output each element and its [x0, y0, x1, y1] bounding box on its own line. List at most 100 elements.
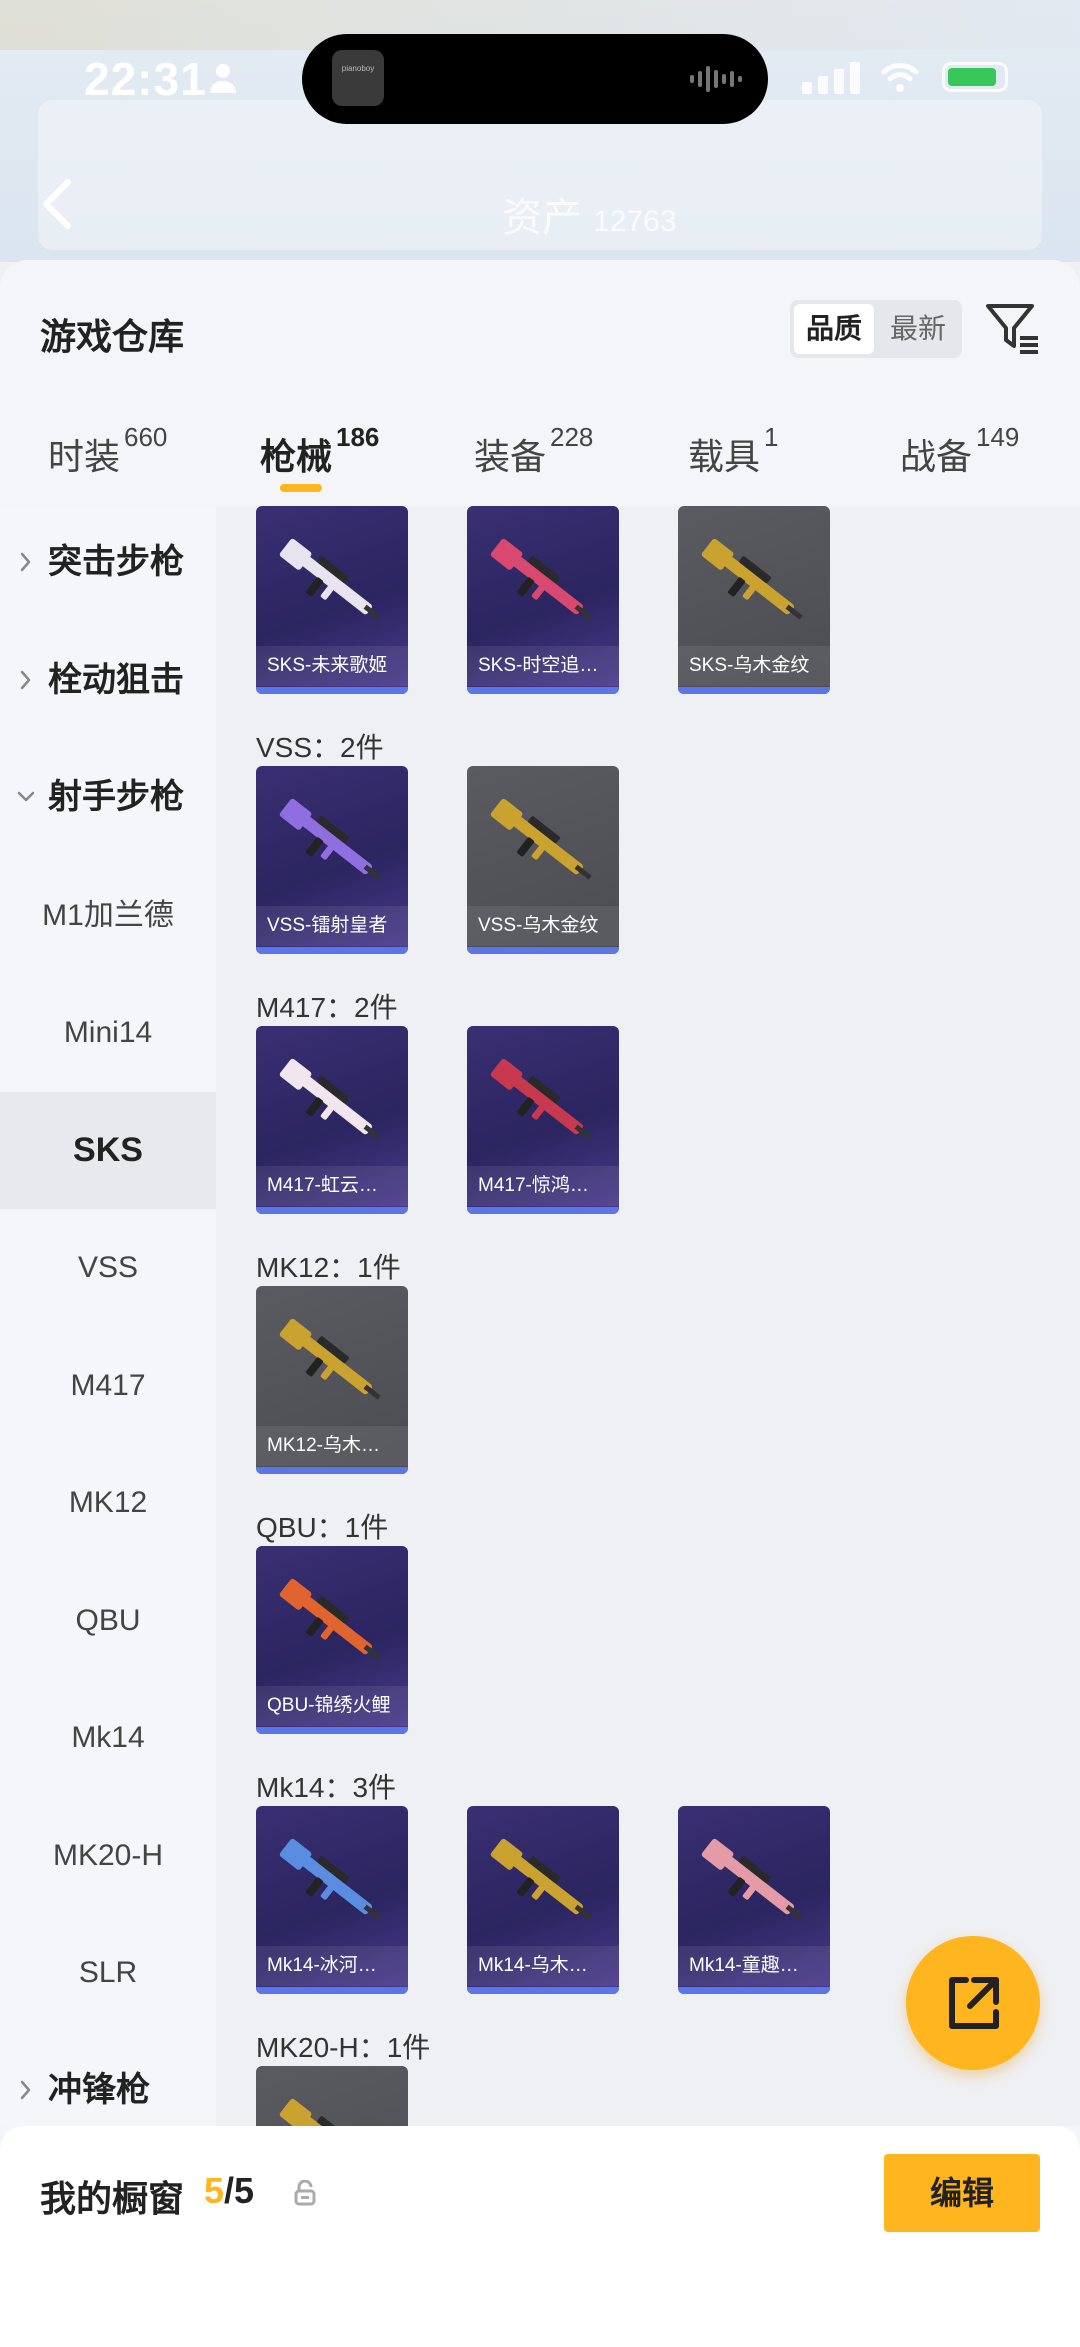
chevron-right-icon [20, 2080, 31, 2099]
rifle-icon [279, 1058, 381, 1140]
rifle-icon [279, 1578, 381, 1660]
sidebar-item-4[interactable]: Mini14 [0, 974, 216, 1091]
tab-count: 1 [764, 422, 779, 452]
lock-icon [294, 2180, 316, 2206]
filter-icon[interactable] [984, 302, 1040, 356]
tab-4[interactable]: 战备 149 [900, 422, 1019, 480]
weapon-name: VSS-乌木金纹 [467, 906, 619, 946]
sidebar-item-5[interactable]: SKS [0, 1091, 216, 1209]
weapon-name: Mk14-冰河… [256, 1946, 408, 1986]
status-time: 22:31 [84, 53, 207, 105]
sidebar-item-label: SKS [73, 1130, 143, 1169]
tab-label: 载具 [688, 436, 761, 477]
sidebar-item-label: Mk14 [71, 1721, 145, 1754]
sidebar-item-10[interactable]: Mk14 [0, 1679, 216, 1796]
rarity-bar [678, 1987, 830, 1994]
rifle-icon [279, 798, 381, 880]
weapon-type-sidebar: 突击步枪栓动狙击射手步枪 M1加兰德 Mini14 SKS VSS M417 MK12 QBU… [0, 506, 216, 2126]
weapon-grid: SKS-未来歌姬 SKS-时空追… SKS-乌木金纹 VSS：2件 VSS-镭射皇者 VS… [216, 506, 1080, 2126]
tab-1[interactable]: 枪械 186 [260, 422, 379, 480]
weapon-card[interactable]: Mk14-童趣… [678, 1806, 830, 1994]
sort-quality-button[interactable]: 品质 [794, 304, 874, 354]
rifle-icon [701, 538, 803, 620]
tab-label: 战备 [900, 436, 973, 477]
chevron-right-icon [20, 552, 31, 572]
sidebar-item-label: MK12 [68, 1486, 148, 1519]
rarity-bar [678, 687, 830, 694]
sidebar-item-label: SLR [78, 1956, 138, 1989]
sidebar-item-9[interactable]: QBU [0, 1562, 216, 1679]
sidebar-item-7[interactable]: M417 [0, 1327, 216, 1444]
sort-newest-button[interactable]: 最新 [878, 304, 958, 354]
weapon-card[interactable]: Mk14-冰河… [256, 1806, 408, 1994]
tab-count: 186 [336, 422, 380, 452]
tab-count: 228 [550, 422, 594, 452]
weapon-card[interactable]: SKS-时空追… [467, 506, 619, 694]
weapon-card[interactable]: SKS-乌木金纹 [678, 506, 830, 694]
sidebar-item-3[interactable]: M1加兰德 [0, 857, 216, 974]
group-label: MK12：1件 [256, 1252, 401, 1283]
chevron-right-icon [20, 670, 31, 689]
weapon-card[interactable]: M417-惊鸿… [467, 1026, 619, 1214]
share-button[interactable] [906, 1936, 1040, 2070]
rifle-icon [279, 2098, 372, 2126]
tab-label: 枪械 [260, 436, 333, 477]
group-label: QBU：1件 [256, 1512, 389, 1543]
tab-label: 时装 [48, 436, 121, 477]
sidebar-item-0[interactable]: 突击步枪 [0, 504, 216, 621]
battery-icon [942, 62, 1008, 92]
edit-button[interactable]: 编辑 [884, 2154, 1040, 2232]
weapon-card[interactable]: VSS-乌木金纹 [467, 766, 619, 954]
sidebar-item-label: VSS [77, 1251, 139, 1284]
rarity-bar [256, 1207, 408, 1214]
tab-3[interactable]: 载具 1 [688, 422, 778, 480]
weapon-card[interactable]: SKS-未来歌姬 [256, 506, 408, 694]
group-label: VSS：2件 [256, 732, 384, 763]
sidebar-item-label: 栓动狙击 [48, 660, 184, 699]
active-tab-indicator [280, 484, 322, 492]
weapon-card[interactable]: M417-虹云… [256, 1026, 408, 1214]
weapon-name: SKS-未来歌姬 [256, 646, 408, 686]
sidebar-item-12[interactable]: SLR [0, 1914, 216, 2031]
sidebar-item-label: 射手步枪 [48, 778, 184, 816]
weapon-card[interactable]: Mk14-乌木… [467, 1806, 619, 1994]
weapon-name: M417-惊鸿… [467, 1166, 619, 1206]
asset-label: 资产 12763 [502, 196, 677, 240]
weapon-card[interactable]: VSS-镭射皇者 [256, 766, 408, 954]
sidebar-item-label: QBU [75, 1603, 141, 1637]
page-title: 游戏仓库 [40, 316, 185, 357]
weapon-card[interactable]: QBU-锦绣火鲤 [256, 1546, 408, 1734]
sidebar-item-2[interactable]: 射手步枪 [0, 739, 216, 856]
sidebar-item-6[interactable]: VSS [0, 1209, 216, 1326]
sort-toggle: 品质 最新 [790, 300, 962, 358]
sidebar-item-1[interactable]: 栓动狙击 [0, 622, 216, 739]
rifle-icon [279, 538, 381, 620]
weapon-name: SKS-时空追… [467, 646, 619, 686]
sidebar-item-11[interactable]: MK20-H [0, 1797, 216, 1914]
battery-level [948, 68, 996, 86]
rarity-bar [467, 1207, 619, 1214]
rarity-bar [256, 1987, 408, 1994]
sidebar-item-label: MK20-H [52, 1838, 164, 1872]
audio-wave-icon [690, 66, 742, 92]
rifle-icon [490, 1058, 592, 1140]
sidebar-item-label: M417 [70, 1368, 146, 1402]
rarity-bar [256, 1727, 408, 1734]
sidebar-item-8[interactable]: MK12 [0, 1444, 216, 1561]
tab-0[interactable]: 时装 660 [48, 422, 167, 480]
person-icon [210, 64, 236, 93]
rifle-icon [490, 1838, 592, 1920]
weapon-card[interactable] [256, 2066, 408, 2126]
rarity-bar [467, 947, 619, 954]
weapon-card[interactable]: MK12-乌木… [256, 1286, 408, 1474]
weapon-name: M417-虹云… [256, 1166, 408, 1206]
tab-label: 装备 [474, 436, 547, 477]
showcase-count: 5/5 [204, 2170, 254, 2212]
weapon-name: QBU-锦绣火鲤 [256, 1686, 408, 1726]
showcase-count-current: 5 [204, 2170, 225, 2211]
rifle-icon [490, 798, 592, 880]
chevron-down-icon [17, 791, 35, 802]
back-arrow-icon[interactable] [34, 176, 82, 232]
dynamic-island: pianoboy [302, 34, 768, 124]
tab-2[interactable]: 装备 228 [474, 422, 593, 480]
